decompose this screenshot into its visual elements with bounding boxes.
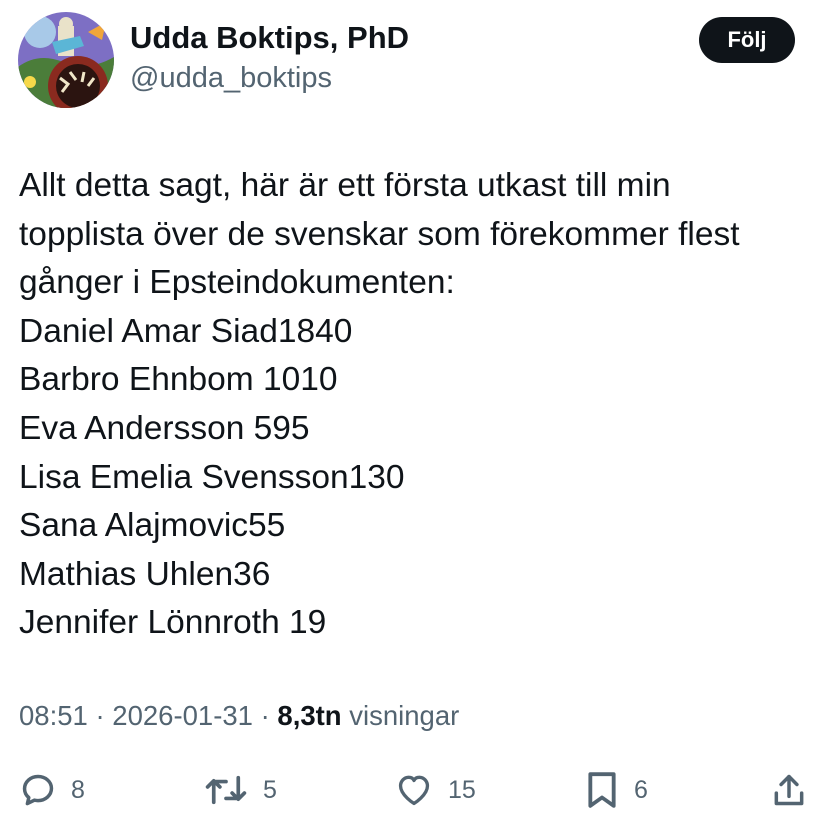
tweet-text: Allt detta sagt, här är ett första utkas… (19, 162, 819, 648)
reply-count: 8 (71, 775, 85, 804)
tweet-text-line: Jennifer Lönnroth 19 (19, 604, 327, 642)
bookmark-icon (588, 772, 616, 808)
tweet-text-line: gånger i Epsteindokumenten: (19, 264, 455, 302)
author-display-name[interactable]: Udda Boktips, PhD (130, 20, 409, 56)
avatar[interactable] (18, 12, 114, 108)
reply-icon (22, 774, 54, 806)
like-button[interactable]: 15 (394, 765, 476, 815)
views-label: visningar (341, 700, 460, 731)
tweet-time[interactable]: 08:51 (19, 700, 88, 731)
tweet-meta: 08:51 · 2026-01-31 · 8,3tn visningar (19, 700, 459, 732)
action-bar: 8 5 15 6 (0, 765, 828, 815)
retweet-icon (205, 775, 247, 805)
tweet-text-line: Allt detta sagt, här är ett första utkas… (19, 167, 671, 204)
bookmark-button[interactable]: 6 (584, 765, 648, 815)
views-count[interactable]: 8,3tn (277, 700, 341, 731)
meta-separator: · (87, 700, 113, 731)
tweet-text-line: Eva Andersson 595 (19, 409, 310, 447)
tweet-text-line: Sana Alajmovic55 (19, 507, 286, 545)
tweet: Udda Boktips, PhD @udda_boktips Följ All… (0, 0, 828, 827)
bookmark-count: 6 (634, 775, 648, 804)
retweet-button[interactable]: 5 (203, 765, 277, 815)
heart-icon (398, 775, 430, 806)
tweet-text-line: Daniel Amar Siad1840 (19, 312, 353, 350)
follow-button[interactable]: Följ (699, 17, 795, 63)
avatar-illustration (18, 12, 114, 108)
like-count: 15 (448, 775, 476, 804)
tweet-text-line: Barbro Ehnbom 1010 (19, 361, 338, 399)
tweet-text-line: topplista över de svenskar som förekomme… (19, 215, 740, 253)
tweet-date[interactable]: 2026-01-31 (112, 700, 253, 731)
share-button[interactable] (770, 765, 808, 815)
share-icon (774, 774, 804, 806)
retweet-count: 5 (263, 775, 277, 804)
tweet-text-line: Lisa Emelia Svensson130 (19, 458, 405, 496)
author-handle[interactable]: @udda_boktips (130, 62, 332, 95)
reply-button[interactable]: 8 (19, 765, 85, 815)
meta-separator: · (252, 700, 278, 731)
tweet-text-line: Mathias Uhlen36 (19, 555, 271, 593)
